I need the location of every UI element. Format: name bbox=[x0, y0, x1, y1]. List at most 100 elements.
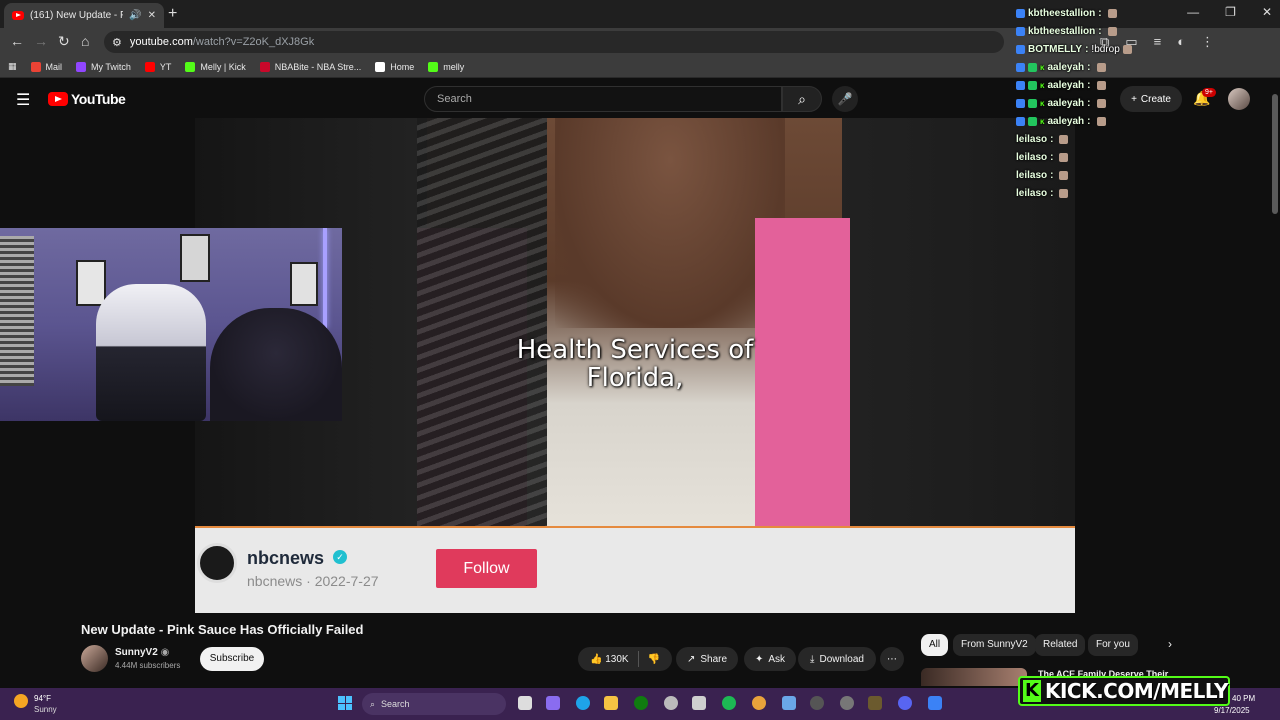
bookmark-melly-kick[interactable]: Melly | Kick bbox=[185, 61, 246, 72]
bookmark-mail[interactable]: Mail bbox=[30, 61, 62, 72]
emote-icon bbox=[1059, 170, 1069, 180]
site-info-icon[interactable]: ⚙ bbox=[112, 36, 122, 49]
channel-name[interactable]: SunnyV2 ◉ bbox=[115, 647, 169, 658]
chat-message: leilaso: bbox=[1016, 130, 1146, 148]
chip-related[interactable]: Related bbox=[1035, 634, 1086, 656]
emote-icon bbox=[1096, 98, 1106, 108]
search-icon[interactable]: ⌕ bbox=[782, 86, 822, 112]
kick-badge-icon: ĸ bbox=[1040, 80, 1045, 90]
media-icon[interactable]: ≡ bbox=[1154, 34, 1162, 50]
microphone-icon[interactable]: 🎤 bbox=[832, 86, 858, 112]
scrollbar-thumb[interactable] bbox=[1272, 94, 1278, 214]
spotify-icon[interactable] bbox=[722, 696, 736, 710]
back-icon[interactable]: ← bbox=[10, 33, 24, 49]
reload-icon[interactable]: ↻ bbox=[58, 33, 70, 50]
chat-username: aaleyah bbox=[1047, 115, 1085, 127]
more-actions-icon[interactable]: ⋯ bbox=[880, 647, 904, 671]
share-button[interactable]: ↗ Share bbox=[676, 647, 738, 671]
twitch-icon bbox=[76, 61, 87, 72]
chevron-right-icon[interactable]: › bbox=[1168, 637, 1172, 651]
window-controls: — ❐ ✕ bbox=[1187, 5, 1272, 19]
app-icon[interactable] bbox=[928, 696, 942, 710]
chat-separator: : bbox=[1087, 79, 1091, 91]
recommended-video-thumbnail[interactable] bbox=[921, 668, 1027, 686]
gaming-chair bbox=[96, 284, 206, 421]
ask-button[interactable]: ✦ Ask bbox=[744, 647, 796, 671]
chat-message: leilaso: bbox=[1016, 148, 1146, 166]
kick-channel-banner: K KICK.COM/MELLY bbox=[1018, 676, 1230, 706]
discord-icon[interactable] bbox=[898, 696, 912, 710]
bookmark-nbabite[interactable]: NBABite - NBA Stre... bbox=[259, 61, 361, 72]
thumbs-down-icon[interactable]: 👎 bbox=[648, 654, 660, 665]
copilot-icon[interactable] bbox=[546, 696, 560, 710]
xbox-icon[interactable] bbox=[634, 696, 648, 710]
close-tab-icon[interactable]: ✕ bbox=[148, 10, 156, 21]
settings-icon[interactable] bbox=[664, 696, 678, 710]
file-explorer-icon[interactable] bbox=[604, 696, 618, 710]
emote-icon bbox=[1059, 152, 1069, 162]
speaker-icon[interactable]: 🔊 bbox=[129, 10, 141, 21]
forward-icon[interactable]: → bbox=[34, 33, 48, 49]
photos-icon[interactable] bbox=[782, 696, 796, 710]
bookmark-yt[interactable]: YT bbox=[144, 61, 171, 72]
chip-for-you[interactable]: For you bbox=[1088, 634, 1138, 656]
store-icon[interactable] bbox=[692, 696, 706, 710]
media-player-icon[interactable] bbox=[810, 696, 824, 710]
share-icon: ↗ bbox=[686, 653, 696, 665]
hamburger-menu-icon[interactable]: ☰ bbox=[16, 90, 30, 110]
chat-username: leilaso bbox=[1016, 133, 1048, 145]
maximize-icon[interactable]: ❐ bbox=[1225, 5, 1236, 19]
minimize-icon[interactable]: — bbox=[1187, 5, 1199, 19]
chrome-icon[interactable] bbox=[752, 696, 766, 710]
app-icon[interactable] bbox=[840, 696, 854, 710]
youtube-logo[interactable]: YouTube bbox=[48, 91, 126, 107]
like-dislike-group: 👍 130K 👎 bbox=[578, 647, 672, 671]
chat-separator: : bbox=[1050, 169, 1054, 181]
nbc-avatar bbox=[197, 543, 237, 583]
mail-icon bbox=[30, 61, 41, 72]
bookmark-home[interactable]: Home bbox=[375, 61, 414, 72]
windows-start-icon[interactable] bbox=[338, 696, 352, 710]
window-blinds bbox=[0, 236, 34, 386]
new-tab-icon[interactable]: + bbox=[168, 5, 177, 23]
led-light bbox=[323, 228, 327, 328]
bookmark-my-twitch[interactable]: My Twitch bbox=[76, 61, 131, 72]
chat-username: BOTMELLY bbox=[1028, 43, 1083, 55]
apps-grid-icon[interactable]: ▦ bbox=[8, 61, 17, 72]
blue-badge-icon bbox=[1016, 8, 1025, 18]
bookmark-melly[interactable]: melly bbox=[428, 61, 464, 72]
download-icon: ⤓ bbox=[810, 653, 815, 665]
subscribe-button[interactable]: Subscribe bbox=[200, 647, 264, 671]
clock-time[interactable]: 40 PM bbox=[1232, 694, 1255, 703]
sparkle-icon: ✦ bbox=[754, 653, 764, 665]
account-avatar[interactable] bbox=[1228, 88, 1250, 110]
edge-icon[interactable] bbox=[576, 696, 590, 710]
source-card bbox=[195, 526, 1075, 613]
app-icon[interactable] bbox=[868, 696, 882, 710]
close-window-icon[interactable]: ✕ bbox=[1262, 5, 1272, 19]
chip-all[interactable]: All bbox=[921, 634, 949, 656]
taskbar-search[interactable]: ⌕ Search bbox=[362, 693, 506, 715]
emote-icon bbox=[1122, 44, 1132, 54]
kick-badge-icon: ĸ bbox=[1040, 62, 1045, 72]
clock-date[interactable]: 9/17/2025 bbox=[1214, 706, 1250, 715]
green-badge-icon bbox=[1028, 62, 1037, 72]
task-view-icon[interactable] bbox=[518, 696, 532, 710]
weather-description: Sunny bbox=[34, 705, 57, 714]
blue-badge-icon bbox=[1016, 44, 1025, 54]
chat-separator: : bbox=[1085, 43, 1089, 55]
chip-from-sunnyv2[interactable]: From SunnyV2 bbox=[953, 634, 1036, 656]
streamer bbox=[210, 308, 342, 421]
search-input[interactable]: Search bbox=[424, 86, 782, 112]
profile-icon[interactable]: ◐ bbox=[1177, 34, 1185, 50]
weather-sun-icon[interactable] bbox=[14, 694, 28, 708]
browser-menu-icon[interactable]: ⋮ bbox=[1201, 34, 1214, 50]
chat-separator: : bbox=[1087, 115, 1091, 127]
download-button[interactable]: ⤓ Download bbox=[798, 647, 876, 671]
home-icon[interactable]: ⌂ bbox=[81, 33, 89, 49]
browser-tab[interactable]: (161) New Update - Pink Sa 🔊 ✕ bbox=[4, 3, 164, 28]
like-button[interactable]: 👍 130K bbox=[590, 654, 629, 665]
channel-avatar[interactable] bbox=[81, 645, 108, 672]
kick-logo-icon: K bbox=[1023, 680, 1041, 702]
address-bar[interactable]: ⚙ youtube.com/watch?v=Z2oK_dXJ8Gk bbox=[104, 31, 1004, 53]
